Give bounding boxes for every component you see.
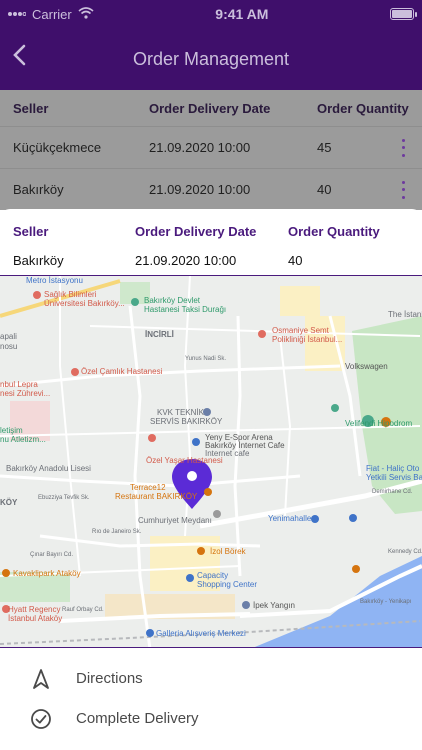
delivery-map[interactable]: Metro İstasyonu Sağlık Bilimleri Ünivers… <box>0 275 422 648</box>
detail-header-quantity: Order Quantity <box>288 224 380 239</box>
directions-label: Directions <box>76 670 143 687</box>
directions-button[interactable]: Directions <box>0 659 422 699</box>
map-label: Kavaklipark Ataköy <box>13 569 81 578</box>
map-label: Rıo de Janeiro Sk. <box>92 529 142 535</box>
map-label: Bakırköy Anadolu Lisesi <box>6 464 91 473</box>
map-label: Shopping Center <box>197 580 258 589</box>
battery-icon <box>390 8 417 20</box>
header-date: Order Delivery Date <box>149 100 271 116</box>
detail-date: 21.09.2020 10:00 <box>135 253 237 268</box>
header-quantity: Order Quantity <box>317 100 409 116</box>
map-label: İstanbul Ataköy <box>8 614 63 623</box>
status-time: 9:41 AM <box>215 6 269 22</box>
map-label: Hastanesi Taksi Durağı <box>144 305 227 314</box>
detail-quantity: 40 <box>288 253 303 268</box>
map-label: Bakırköy - Yenikapı <box>360 599 412 605</box>
map-label: apali <box>0 332 17 341</box>
action-list: Directions Complete Delivery <box>0 659 422 739</box>
map-label: İpek Yangın <box>253 601 295 610</box>
status-left: Carrier <box>8 7 94 22</box>
wifi-icon <box>78 6 94 22</box>
map-label: Hyatt Regency <box>8 605 61 614</box>
map-label: Cumhuriyet Meydanı <box>138 516 212 525</box>
map-label: KÖY <box>0 498 18 507</box>
map-label: Özel Yaşar Hastanesi <box>146 456 223 465</box>
map-label: The İstanb <box>388 310 422 319</box>
map-label: İzol Börek <box>210 547 246 556</box>
map-label: SERVİS BAKIRKÖY <box>150 417 223 426</box>
map-label: KVK TEKNİK <box>157 408 204 417</box>
map-label: Osmaniye Semt <box>272 326 329 335</box>
map-label: Ebuzziya Tevfik Sk. <box>38 495 90 501</box>
map-label: nu Atletizm... <box>0 435 46 444</box>
header-seller: Seller <box>13 100 49 116</box>
map-label: Volkswagen <box>345 362 388 371</box>
map-label: Yunus Nadi Sk. <box>185 356 227 362</box>
order-detail-sheet: Seller Order Delivery Date Order Quantit… <box>0 209 422 750</box>
nav-bar: Order Management <box>0 28 422 90</box>
map-label: Galleria Alışveriş Merkezi <box>156 629 246 638</box>
row-date: 21.09.2020 10:00 <box>149 140 251 155</box>
map-label: letişim <box>0 426 23 435</box>
page-title: Order Management <box>132 48 290 69</box>
map-label: Özel Çamlık Hastanesi <box>81 367 163 376</box>
table-row[interactable]: Küçükçekmece 21.09.2020 10:00 45 <box>0 126 422 168</box>
map-label: Metro İstasyonu <box>26 276 83 285</box>
more-options-icon[interactable] <box>400 138 406 157</box>
map-label: Kennedy Cd. <box>388 549 422 555</box>
navigation-arrow-icon <box>33 669 49 689</box>
detail-header: Seller Order Delivery Date Order Quantit… <box>0 209 422 253</box>
detail-seller: Bakırköy <box>13 253 64 268</box>
detail-row: Bakırköy 21.09.2020 10:00 40 <box>0 253 422 275</box>
map-label: Restaurant BAKIRKÖY <box>115 492 198 501</box>
orders-table: Seller Order Delivery Date Order Quantit… <box>0 90 422 210</box>
back-button[interactable] <box>8 42 32 70</box>
row-date: 21.09.2020 10:00 <box>149 182 251 197</box>
map-label: Polikliniği İstanbul... <box>272 335 343 344</box>
map-label: Terrace12 <box>130 483 166 492</box>
map-label: Üniversitesi Bakırköy... <box>44 299 125 308</box>
table-header: Seller Order Delivery Date Order Quantit… <box>0 90 422 126</box>
row-quantity: 40 <box>317 182 332 197</box>
detail-header-seller: Seller <box>13 224 49 239</box>
map-label: nbul Lepra <box>0 380 38 389</box>
row-seller: Küçükçekmece <box>13 140 102 155</box>
map-label: Sağlık Bilimleri <box>44 290 97 299</box>
map-label: nosu <box>0 342 18 351</box>
map-label: Yetkili Servis Bay <box>366 473 422 482</box>
map-label: Rauf Orbay Cd. <box>62 607 104 613</box>
map-label: nesi Zührevi... <box>0 389 51 398</box>
more-options-icon[interactable] <box>400 180 406 199</box>
map-label: Yenimahalle <box>268 514 312 523</box>
map-label: İNCİRLİ <box>145 330 174 339</box>
row-quantity: 45 <box>317 140 332 155</box>
carrier-label: Carrier <box>32 6 72 22</box>
complete-delivery-label: Complete Delivery <box>76 710 199 727</box>
check-circle-icon <box>31 709 51 729</box>
complete-delivery-button[interactable]: Complete Delivery <box>0 699 422 739</box>
map-label: Bakırköy Devlet <box>144 296 201 305</box>
map-label: Velifendi Hipodrom <box>345 419 413 428</box>
chevron-left-icon <box>13 44 26 66</box>
map-label: Capacity <box>197 571 229 580</box>
row-seller: Bakırköy <box>13 182 64 197</box>
map-label: Çınar Bayırı Cd. <box>30 552 74 558</box>
table-row[interactable]: Bakırköy 21.09.2020 10:00 40 <box>0 168 422 210</box>
status-bar: Carrier 9:41 AM <box>0 0 422 28</box>
app-header: Carrier 9:41 AM Order Management <box>0 0 422 90</box>
detail-header-date: Order Delivery Date <box>135 224 257 239</box>
signal-icon <box>8 7 27 22</box>
map-label: Fiat - Haliç Oto B <box>366 464 422 473</box>
map-label: Demirhane Cd. <box>372 489 413 495</box>
